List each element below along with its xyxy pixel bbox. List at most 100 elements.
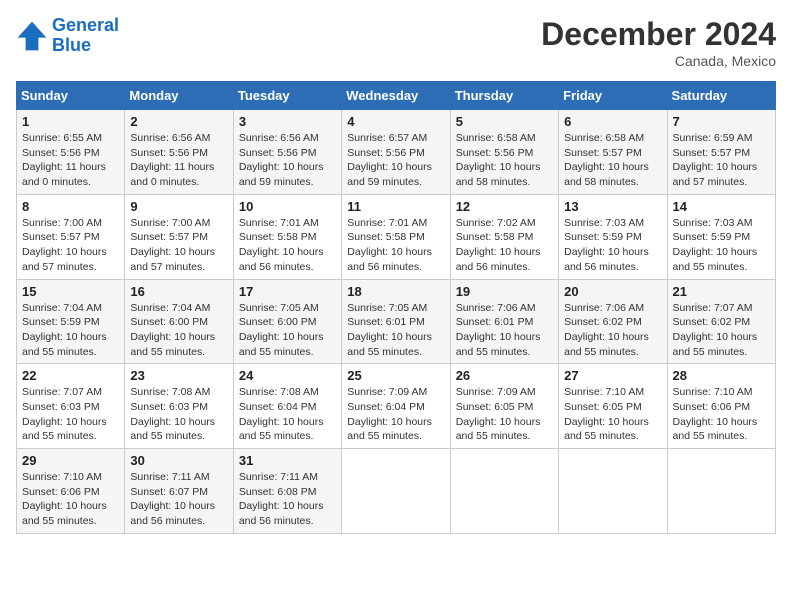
day-number: 12 <box>456 199 553 214</box>
day-info: Sunrise: 7:11 AMSunset: 6:08 PMDaylight:… <box>239 470 336 529</box>
day-info: Sunrise: 6:58 AMSunset: 5:57 PMDaylight:… <box>564 131 661 190</box>
day-number: 20 <box>564 284 661 299</box>
table-row: 12 Sunrise: 7:02 AMSunset: 5:58 PMDayligh… <box>450 194 558 279</box>
day-number: 31 <box>239 453 336 468</box>
day-info: Sunrise: 6:55 AMSunset: 5:56 PMDaylight:… <box>22 131 119 190</box>
col-saturday: Saturday <box>667 82 775 110</box>
day-info: Sunrise: 6:58 AMSunset: 5:56 PMDaylight:… <box>456 131 553 190</box>
calendar-header-row: Sunday Monday Tuesday Wednesday Thursday… <box>17 82 776 110</box>
day-info: Sunrise: 7:01 AMSunset: 5:58 PMDaylight:… <box>347 216 444 275</box>
day-number: 28 <box>673 368 770 383</box>
table-row <box>559 449 667 534</box>
calendar-week-row: 22 Sunrise: 7:07 AMSunset: 6:03 PMDayligh… <box>17 364 776 449</box>
table-row: 23Sunrise: 7:08 AMSunset: 6:03 PMDayligh… <box>125 364 233 449</box>
col-wednesday: Wednesday <box>342 82 450 110</box>
day-number: 21 <box>673 284 770 299</box>
day-number: 1 <box>22 114 119 129</box>
day-number: 4 <box>347 114 444 129</box>
col-sunday: Sunday <box>17 82 125 110</box>
day-number: 10 <box>239 199 336 214</box>
day-number: 7 <box>673 114 770 129</box>
day-number: 13 <box>564 199 661 214</box>
day-info: Sunrise: 7:10 AMSunset: 6:05 PMDaylight:… <box>564 385 661 444</box>
day-info: Sunrise: 7:07 AMSunset: 6:02 PMDaylight:… <box>673 301 770 360</box>
day-number: 9 <box>130 199 227 214</box>
day-info: Sunrise: 7:01 AMSunset: 5:58 PMDaylight:… <box>239 216 336 275</box>
table-row: 30Sunrise: 7:11 AMSunset: 6:07 PMDayligh… <box>125 449 233 534</box>
table-row: 6 Sunrise: 6:58 AMSunset: 5:57 PMDaylight… <box>559 110 667 195</box>
day-number: 6 <box>564 114 661 129</box>
logo-text: GeneralBlue <box>52 16 119 56</box>
table-row <box>667 449 775 534</box>
day-info: Sunrise: 7:00 AMSunset: 5:57 PMDaylight:… <box>22 216 119 275</box>
day-info: Sunrise: 7:04 AMSunset: 5:59 PMDaylight:… <box>22 301 119 360</box>
day-info: Sunrise: 7:09 AMSunset: 6:05 PMDaylight:… <box>456 385 553 444</box>
day-info: Sunrise: 7:04 AMSunset: 6:00 PMDaylight:… <box>130 301 227 360</box>
table-row <box>342 449 450 534</box>
day-info: Sunrise: 7:06 AMSunset: 6:02 PMDaylight:… <box>564 301 661 360</box>
day-number: 29 <box>22 453 119 468</box>
table-row: 26Sunrise: 7:09 AMSunset: 6:05 PMDayligh… <box>450 364 558 449</box>
table-row: 2 Sunrise: 6:56 AMSunset: 5:56 PMDaylight… <box>125 110 233 195</box>
table-row: 25 Sunrise: 7:09 AMSunset: 6:04 PMDayligh… <box>342 364 450 449</box>
table-row: 21 Sunrise: 7:07 AMSunset: 6:02 PMDayligh… <box>667 279 775 364</box>
day-number: 3 <box>239 114 336 129</box>
table-row: 28 Sunrise: 7:10 AMSunset: 6:06 PMDayligh… <box>667 364 775 449</box>
day-info: Sunrise: 7:08 AMSunset: 6:03 PMDaylight:… <box>130 385 227 444</box>
table-row: 15 Sunrise: 7:04 AMSunset: 5:59 PMDayligh… <box>17 279 125 364</box>
day-number: 15 <box>22 284 119 299</box>
table-row: 17 Sunrise: 7:05 AMSunset: 6:00 PMDayligh… <box>233 279 341 364</box>
table-row: 10 Sunrise: 7:01 AMSunset: 5:58 PMDayligh… <box>233 194 341 279</box>
calendar-week-row: 29Sunrise: 7:10 AMSunset: 6:06 PMDayligh… <box>17 449 776 534</box>
day-number: 14 <box>673 199 770 214</box>
table-row: 22 Sunrise: 7:07 AMSunset: 6:03 PMDayligh… <box>17 364 125 449</box>
day-number: 18 <box>347 284 444 299</box>
table-row: 11 Sunrise: 7:01 AMSunset: 5:58 PMDayligh… <box>342 194 450 279</box>
day-info: Sunrise: 6:56 AMSunset: 5:56 PMDaylight:… <box>239 131 336 190</box>
day-info: Sunrise: 6:57 AMSunset: 5:56 PMDaylight:… <box>347 131 444 190</box>
day-number: 2 <box>130 114 227 129</box>
table-row: 24 Sunrise: 7:08 AMSunset: 6:04 PMDayligh… <box>233 364 341 449</box>
table-row: 8 Sunrise: 7:00 AMSunset: 5:57 PMDaylight… <box>17 194 125 279</box>
day-info: Sunrise: 7:10 AMSunset: 6:06 PMDaylight:… <box>673 385 770 444</box>
table-row: 31 Sunrise: 7:11 AMSunset: 6:08 PMDayligh… <box>233 449 341 534</box>
table-row: 14 Sunrise: 7:03 AMSunset: 5:59 PMDayligh… <box>667 194 775 279</box>
day-number: 11 <box>347 199 444 214</box>
day-info: Sunrise: 7:08 AMSunset: 6:04 PMDaylight:… <box>239 385 336 444</box>
day-info: Sunrise: 7:00 AMSunset: 5:57 PMDaylight:… <box>130 216 227 275</box>
table-row: 9 Sunrise: 7:00 AMSunset: 5:57 PMDaylight… <box>125 194 233 279</box>
col-tuesday: Tuesday <box>233 82 341 110</box>
day-number: 27 <box>564 368 661 383</box>
day-number: 24 <box>239 368 336 383</box>
calendar-table: Sunday Monday Tuesday Wednesday Thursday… <box>16 81 776 534</box>
table-row: 18Sunrise: 7:05 AMSunset: 6:01 PMDayligh… <box>342 279 450 364</box>
day-info: Sunrise: 7:02 AMSunset: 5:58 PMDaylight:… <box>456 216 553 275</box>
col-monday: Monday <box>125 82 233 110</box>
day-number: 5 <box>456 114 553 129</box>
day-info: Sunrise: 7:09 AMSunset: 6:04 PMDaylight:… <box>347 385 444 444</box>
day-number: 8 <box>22 199 119 214</box>
day-info: Sunrise: 7:03 AMSunset: 5:59 PMDaylight:… <box>673 216 770 275</box>
day-number: 17 <box>239 284 336 299</box>
day-info: Sunrise: 7:06 AMSunset: 6:01 PMDaylight:… <box>456 301 553 360</box>
day-info: Sunrise: 7:03 AMSunset: 5:59 PMDaylight:… <box>564 216 661 275</box>
day-info: Sunrise: 6:56 AMSunset: 5:56 PMDaylight:… <box>130 131 227 190</box>
table-row: 29Sunrise: 7:10 AMSunset: 6:06 PMDayligh… <box>17 449 125 534</box>
table-row: 7 Sunrise: 6:59 AMSunset: 5:57 PMDaylight… <box>667 110 775 195</box>
table-row: 20 Sunrise: 7:06 AMSunset: 6:02 PMDayligh… <box>559 279 667 364</box>
day-number: 16 <box>130 284 227 299</box>
day-info: Sunrise: 6:59 AMSunset: 5:57 PMDaylight:… <box>673 131 770 190</box>
day-info: Sunrise: 7:07 AMSunset: 6:03 PMDaylight:… <box>22 385 119 444</box>
calendar-week-row: 15 Sunrise: 7:04 AMSunset: 5:59 PMDayligh… <box>17 279 776 364</box>
table-row: 1 Sunrise: 6:55 AMSunset: 5:56 PMDaylight… <box>17 110 125 195</box>
logo: GeneralBlue <box>16 16 119 56</box>
day-number: 22 <box>22 368 119 383</box>
table-row <box>450 449 558 534</box>
day-number: 30 <box>130 453 227 468</box>
subtitle: Canada, Mexico <box>541 53 776 69</box>
day-info: Sunrise: 7:05 AMSunset: 6:00 PMDaylight:… <box>239 301 336 360</box>
page-header: GeneralBlue December 2024 Canada, Mexico <box>16 16 776 69</box>
month-title: December 2024 <box>541 16 776 53</box>
title-block: December 2024 Canada, Mexico <box>541 16 776 69</box>
day-number: 25 <box>347 368 444 383</box>
